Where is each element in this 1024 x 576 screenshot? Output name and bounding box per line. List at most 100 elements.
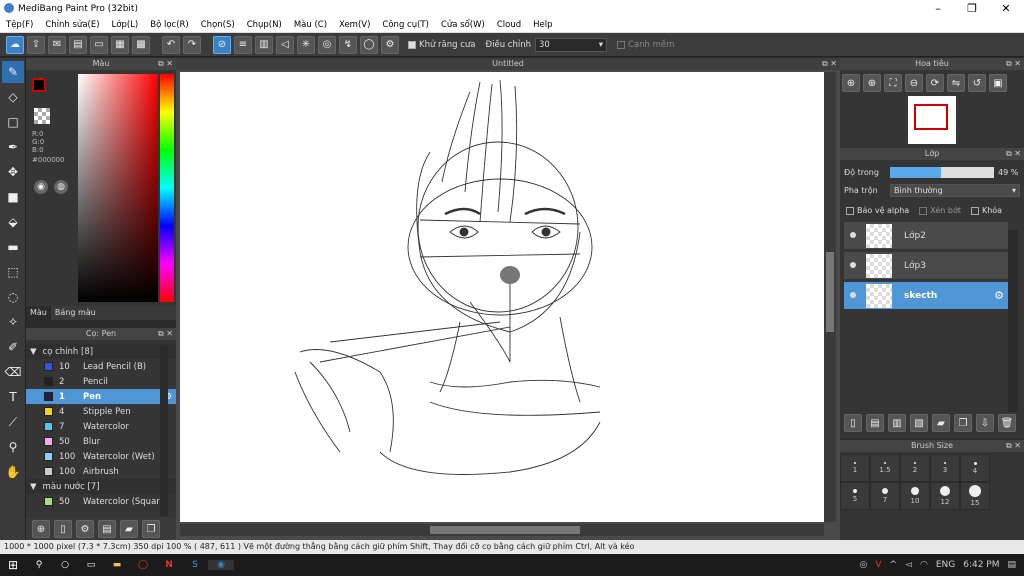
visibility-icon[interactable] [850, 292, 856, 298]
tray-v-icon[interactable]: V [875, 560, 881, 570]
menu-view[interactable]: Xem(V) [333, 20, 376, 30]
circle-snap-icon[interactable]: ◎ [318, 35, 336, 54]
tab-palette[interactable]: Bảng màu [51, 306, 100, 320]
tray-chevron-icon[interactable]: ^ [889, 560, 897, 570]
brush-doc-icon[interactable]: ▤ [98, 520, 116, 538]
opera-icon[interactable]: ◯ [130, 560, 156, 570]
select-tool-icon[interactable]: ⬚ [2, 261, 24, 283]
document-icon[interactable]: ▭ [90, 35, 108, 54]
brush-size-cell[interactable]: 1.5 [870, 454, 900, 482]
medibang-taskbar-icon[interactable]: ◉ [208, 560, 234, 570]
redo-icon[interactable]: ↷ [183, 35, 201, 54]
rect-tool-icon[interactable]: □ [2, 111, 24, 133]
tray-app-icon[interactable]: ◎ [859, 560, 867, 570]
brush-size-cell[interactable]: 5 [840, 482, 870, 510]
close-icon[interactable]: ⧉ ✕ [822, 58, 837, 70]
close-icon[interactable]: ⧉ ✕ [158, 328, 173, 340]
brush-size-cell[interactable]: 7 [870, 482, 900, 510]
menu-snap[interactable]: Chụp(N) [241, 20, 288, 30]
minimize-button[interactable]: – [921, 0, 955, 17]
vertical-scrollbar[interactable] [824, 72, 836, 522]
hand-tool-icon[interactable]: ✋ [2, 461, 24, 483]
folder-icon[interactable]: ▰ [120, 520, 138, 538]
menu-edit[interactable]: Chỉnh sửa(E) [39, 20, 105, 30]
tiles-icon[interactable]: ▩ [132, 35, 150, 54]
correction-select[interactable]: 30 ▾ [534, 37, 607, 52]
move-tool-icon[interactable]: ✥ [2, 161, 24, 183]
parallel-snap-icon[interactable]: ≡ [234, 35, 252, 54]
windows-start-icon[interactable]: ⊞ [0, 558, 26, 572]
bucket-tool-icon[interactable]: ⬙ [2, 211, 24, 233]
divide-tool-icon[interactable]: ⟋ [2, 411, 24, 433]
fit-icon[interactable]: ⛶ [884, 74, 902, 92]
grid-view-icon[interactable]: ▦ [111, 35, 129, 54]
lasso-tool-icon[interactable]: ◌ [2, 286, 24, 308]
brush-size-cell[interactable]: 4 [960, 454, 990, 482]
menu-layer[interactable]: Lớp(L) [106, 20, 145, 30]
text-tool-icon[interactable]: T [2, 386, 24, 408]
layer-row-selected[interactable]: skecth ⚙ [844, 282, 1008, 310]
drawing-canvas[interactable] [180, 72, 824, 522]
zoom-out-icon[interactable]: ⊖ [905, 74, 923, 92]
opacity-slider[interactable] [890, 167, 994, 178]
blend-mode-select[interactable]: Bình thường ▾ [890, 184, 1020, 197]
snap-settings-icon[interactable]: ⚙ [381, 35, 399, 54]
notifications-icon[interactable]: ▤ [1007, 560, 1016, 570]
copy-icon[interactable]: ❐ [142, 520, 160, 538]
radial-snap-icon[interactable]: ✳ [297, 35, 315, 54]
hue-slider[interactable] [160, 74, 174, 302]
palette-icon[interactable]: ◉ [34, 180, 48, 194]
select-pen-tool-icon[interactable]: ✐ [2, 336, 24, 358]
export-icon[interactable]: ⇪ [27, 35, 45, 54]
delete-layer-icon[interactable]: 🗑 [998, 414, 1016, 432]
brush-group-header[interactable]: ▼ màu nước [7] [26, 479, 176, 494]
navigator-preview[interactable] [908, 96, 956, 144]
search-icon[interactable]: ⚲ [26, 560, 52, 570]
brush-size-cell[interactable]: 1 [840, 454, 870, 482]
new-1bit-layer-icon[interactable]: ▧ [910, 414, 928, 432]
palette-add-icon[interactable]: ◍ [54, 180, 68, 194]
protect-alpha-checkbox[interactable] [846, 206, 854, 215]
duplicate-layer-icon[interactable]: ❐ [954, 414, 972, 432]
gear-icon[interactable]: ⚙ [994, 289, 1004, 302]
cortana-icon[interactable]: ○ [52, 560, 78, 570]
select-eraser-tool-icon[interactable]: ⌫ [2, 361, 24, 383]
new-halftone-layer-icon[interactable]: ▤ [866, 414, 884, 432]
layer-row[interactable]: Lớp2 [844, 222, 1008, 250]
visibility-icon[interactable] [850, 232, 856, 238]
menu-cloud[interactable]: Cloud [491, 20, 527, 30]
zoom-in-icon[interactable]: ⊕ [842, 74, 860, 92]
pen-curve-tool-icon[interactable]: ✒ [2, 136, 24, 158]
task-view-icon[interactable]: ▭ [78, 560, 104, 570]
ellipse-snap-icon[interactable]: ◯ [360, 35, 378, 54]
comment-icon[interactable]: ▤ [69, 35, 87, 54]
shape-fill-tool-icon[interactable]: ■ [2, 186, 24, 208]
horizontal-scrollbar[interactable] [180, 524, 824, 536]
chat-icon[interactable]: ✉ [48, 35, 66, 54]
menu-help[interactable]: Help [527, 20, 558, 30]
menu-tools[interactable]: Công cụ(T) [376, 20, 435, 30]
brush-size-cell[interactable]: 2 [900, 454, 930, 482]
lock-view-icon[interactable]: ▣ [989, 74, 1007, 92]
close-icon[interactable]: ⧉ ✕ [1006, 58, 1021, 70]
transparent-swatch[interactable] [34, 108, 50, 124]
brush-item[interactable]: 4 Stipple Pen [26, 404, 176, 419]
brush-item[interactable]: 2 Pencil [26, 374, 176, 389]
file-explorer-icon[interactable]: ▬ [104, 560, 130, 570]
brush-size-cell[interactable]: 3 [930, 454, 960, 482]
antialias-checkbox[interactable] [408, 40, 416, 49]
menu-file[interactable]: Tệp(F) [0, 20, 39, 30]
zoom-in-alt-icon[interactable]: ⊕ [863, 74, 881, 92]
clip-checkbox[interactable] [919, 206, 928, 215]
language-indicator[interactable]: ENG [936, 560, 955, 570]
folder-icon[interactable]: ▰ [932, 414, 950, 432]
eyedropper-tool-icon[interactable]: ⚲ [2, 436, 24, 458]
brush-item[interactable]: 100 Watercolor (Wet) [26, 449, 176, 464]
close-icon[interactable]: ⧉ ✕ [1006, 148, 1021, 160]
menu-window[interactable]: Cửa sổ(W) [435, 20, 491, 30]
lock-checkbox[interactable] [970, 206, 979, 215]
flip-icon[interactable]: ⇋ [947, 74, 965, 92]
new-layer-icon[interactable]: ▯ [844, 414, 862, 432]
magic-wand-tool-icon[interactable]: ✧ [2, 311, 24, 333]
brush-list-scrollbar[interactable] [160, 346, 168, 516]
